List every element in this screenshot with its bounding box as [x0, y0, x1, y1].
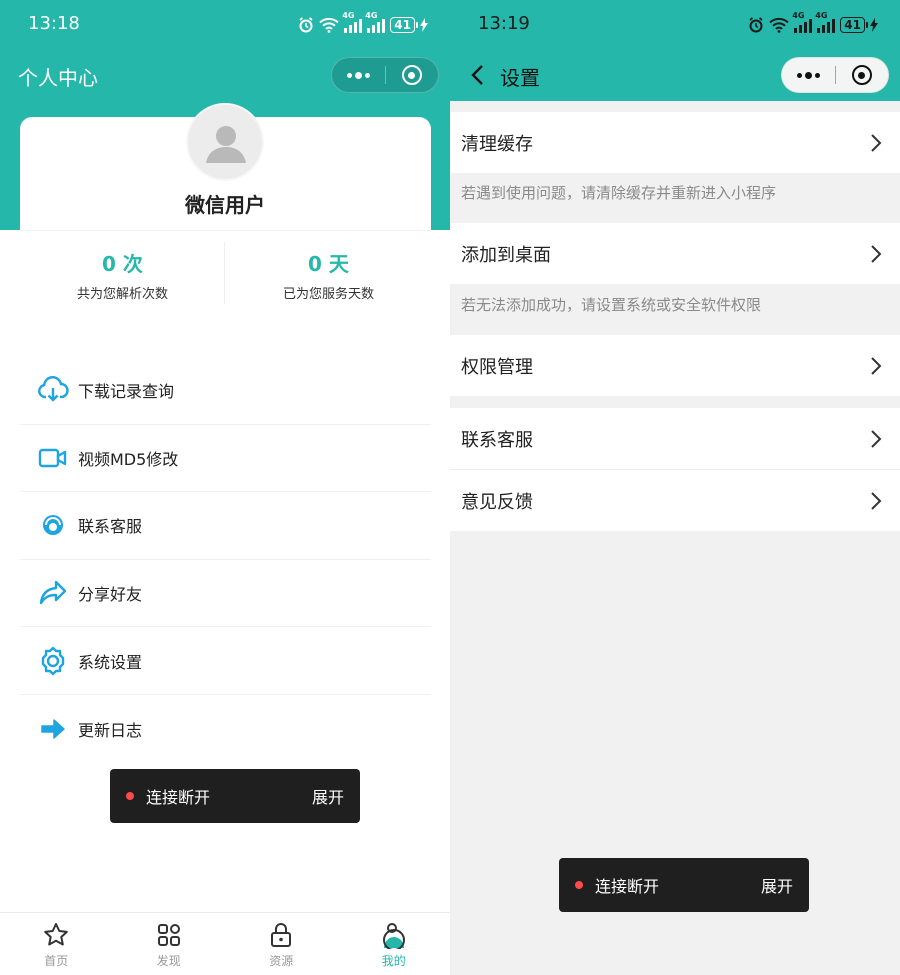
- target-icon: [851, 65, 872, 85]
- status-bar: 13:19 4G 4G 41: [450, 0, 900, 48]
- star-icon: [44, 923, 69, 946]
- target-icon: [401, 65, 422, 85]
- signal-icon: 4G: [342, 11, 363, 33]
- close-mini-program-button[interactable]: [836, 58, 889, 92]
- menu-item-download-history[interactable]: 下载记录查询: [20, 357, 431, 425]
- add-to-desktop-hint: 若无法添加成功，请设置系统或安全软件权限: [461, 296, 762, 314]
- stat-service-days: 0 天 已为您服务天数: [282, 252, 374, 302]
- lock-icon: [271, 923, 292, 947]
- gear-icon: [37, 645, 69, 677]
- settings-row-clear-cache[interactable]: 清理缓存: [450, 112, 900, 173]
- battery-icon: 41: [390, 17, 418, 33]
- status-bar: 13:18 4G 4G 41: [0, 0, 450, 48]
- menu-item-system-settings[interactable]: 系统设置: [20, 627, 431, 695]
- settings-screen: 13:19 4G 4G 41 设置 清理缓存 若遇到使用问题，请清除缓存并重新进…: [450, 0, 900, 975]
- charging-icon: [870, 18, 878, 32]
- signal-icon: 4G: [792, 11, 813, 33]
- settings-row-feedback[interactable]: 意见反馈: [450, 470, 900, 531]
- clear-cache-hint: 若遇到使用问题，请清除缓存并重新进入小程序: [461, 184, 777, 202]
- more-button[interactable]: [782, 58, 835, 92]
- settings-row-add-to-desktop[interactable]: 添加到桌面: [450, 223, 900, 284]
- signal-icon: 4G: [815, 11, 836, 33]
- avatar[interactable]: [186, 103, 264, 181]
- chevron-right-icon: [871, 245, 882, 263]
- settings-row-contact-service[interactable]: 联系客服: [450, 408, 900, 469]
- charging-icon: [420, 18, 428, 32]
- battery-icon: 41: [840, 17, 868, 33]
- more-button[interactable]: [332, 58, 385, 92]
- tab-mine[interactable]: 我的: [338, 913, 451, 975]
- tab-bar: 首页 发现 资源 我的: [0, 912, 450, 975]
- profile-screen: 13:18 4G 4G 41 个人中心 微信用户 0 次 共为您解析次数 0 天…: [0, 0, 450, 975]
- back-arrow-icon[interactable]: [468, 63, 490, 87]
- mini-program-capsule: [331, 57, 439, 93]
- connection-toast: 连接断开 展开: [110, 769, 360, 823]
- arrow-right-icon: [37, 713, 69, 745]
- chevron-right-icon: [871, 357, 882, 375]
- connection-toast: 连接断开 展开: [559, 858, 809, 912]
- alarm-icon: [749, 17, 763, 33]
- menu-item-update-log[interactable]: 更新日志: [20, 695, 431, 763]
- close-mini-program-button[interactable]: [386, 58, 439, 92]
- page-title: 个人中心: [18, 66, 98, 90]
- share-arrow-icon: [37, 577, 69, 609]
- wifi-icon: [319, 17, 339, 33]
- menu-item-video-md5[interactable]: 视频MD5修改: [20, 425, 431, 493]
- settings-row-permissions[interactable]: 权限管理: [450, 335, 900, 396]
- user-icon: [382, 923, 405, 949]
- mini-program-capsule: [781, 57, 889, 93]
- status-dot-icon: [575, 881, 583, 889]
- tab-discover[interactable]: 发现: [113, 913, 226, 975]
- stat-parse-count: 0 次 共为您解析次数: [76, 252, 168, 302]
- status-time: 13:19: [478, 13, 530, 34]
- alarm-icon: [299, 17, 313, 33]
- chevron-right-icon: [871, 430, 882, 448]
- headset-icon: [37, 509, 69, 541]
- user-name: 微信用户: [185, 193, 265, 217]
- tab-home[interactable]: 首页: [0, 913, 113, 975]
- video-camera-icon: [37, 442, 69, 474]
- chevron-right-icon: [871, 492, 882, 510]
- grid-icon: [157, 924, 180, 946]
- expand-button[interactable]: 展开: [312, 784, 344, 808]
- page-title: 设置: [500, 66, 540, 90]
- signal-icon: 4G: [365, 11, 386, 33]
- chevron-right-icon: [871, 134, 882, 152]
- status-dot-icon: [126, 792, 134, 800]
- menu-item-contact-service[interactable]: 联系客服: [20, 492, 431, 560]
- cloud-download-icon: [37, 374, 69, 406]
- tab-resources[interactable]: 资源: [225, 913, 338, 975]
- profile-menu: 下载记录查询 视频MD5修改 联系客服 分享好友 系统设置 更新日志: [20, 357, 431, 763]
- menu-item-share-friends[interactable]: 分享好友: [20, 560, 431, 628]
- expand-button[interactable]: 展开: [761, 873, 793, 897]
- wifi-icon: [769, 17, 789, 33]
- status-time: 13:18: [28, 13, 80, 34]
